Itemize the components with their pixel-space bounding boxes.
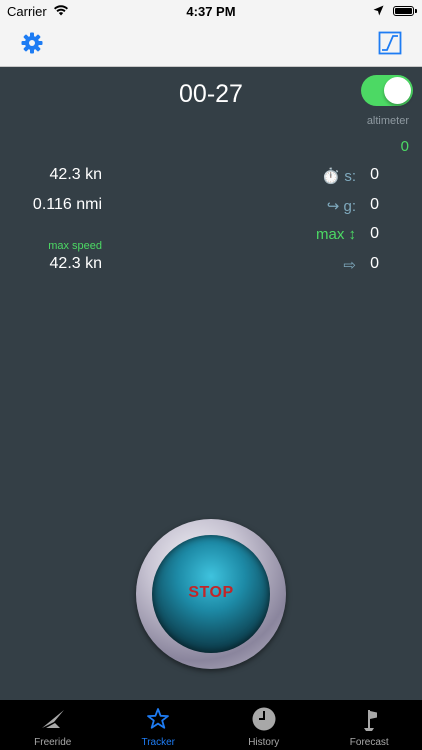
stat-row-s: ⏱️ s: 0 [280,166,400,186]
chart-icon[interactable] [378,31,402,55]
gear-icon[interactable] [20,31,44,55]
stat-value: 0 [370,225,379,242]
up-down-arrow-icon: max ↕ [315,226,356,243]
stop-button[interactable]: STOP [136,519,286,669]
max-speed-label: max speed [48,240,102,252]
elapsed-timer: 00-27 [179,80,243,108]
right-arrow-outline-icon: ⇨ [343,257,356,274]
max-speed-value: 42.3 kn [49,255,102,272]
tab-label: Freeride [34,737,72,748]
tab-history[interactable]: History [211,700,317,750]
status-bar: Carrier 4:37 PM [0,0,422,22]
glider-icon [40,706,66,732]
tab-label: History [248,737,280,748]
stat-value: 0 [370,255,379,272]
altimeter-label: altimeter [366,115,409,127]
speed-value: 42.3 kn [49,166,102,183]
altimeter-value: 0 [400,138,409,155]
star-icon [145,706,171,732]
tab-tracker[interactable]: Tracker [106,700,212,750]
stop-button-face: STOP [152,535,270,653]
windsock-icon [356,706,382,732]
stat-value: 0 [370,166,379,183]
stat-row-g: ↪ g: 0 [280,196,400,216]
altimeter-toggle[interactable] [361,75,413,106]
location-arrow-icon [373,4,384,19]
stat-value: 0 [370,196,379,213]
distance-value: 0.116 nmi [32,196,102,213]
tab-freeride[interactable]: Freeride [0,700,106,750]
clock-time: 4:37 PM [186,4,236,19]
stop-label: STOP [188,584,234,601]
tab-label: Forecast [349,737,389,748]
curved-arrow-icon: ↪ g: [326,198,356,215]
stopwatch-icon: ⏱️ s: [321,168,356,185]
tab-bar: Freeride Tracker History Forecast [0,700,422,750]
navigation-bar [0,22,422,67]
tab-forecast[interactable]: Forecast [317,700,422,750]
tab-label: Tracker [141,737,176,748]
stat-row-direction: ⇨ 0 [280,255,400,275]
tracker-screen: 00-27 altimeter 0 42.3 kn 0.116 nmi max … [0,67,422,700]
stat-row-max: max ↕ 0 [280,225,400,245]
clock-icon [251,706,277,732]
battery-icon [393,6,417,16]
